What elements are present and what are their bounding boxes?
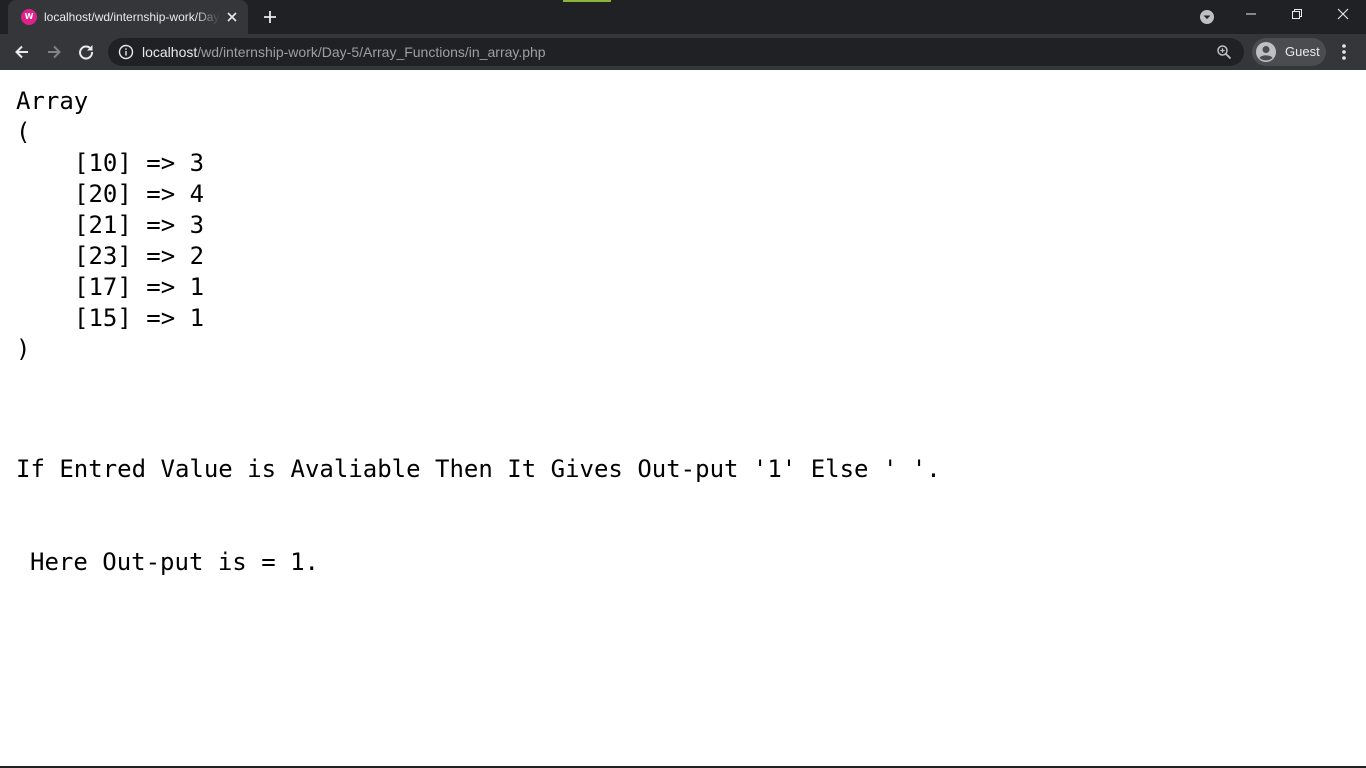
array-item: [10] => 3 <box>16 148 204 179</box>
reload-icon <box>79 45 94 60</box>
array-value: 1 <box>189 304 205 332</box>
zoom-icon[interactable] <box>1216 44 1232 60</box>
array-key: [21] <box>74 211 132 239</box>
close-window-button[interactable] <box>1320 0 1366 30</box>
page-content: Array([10] => 3 [20] => 4 [21] => 3 [23] =>… <box>0 70 1366 766</box>
array-key: [15] <box>74 304 132 332</box>
favicon-icon: W <box>21 9 37 25</box>
more-vertical-icon <box>1342 44 1346 60</box>
browser-toolbar: localhost/wd/internship-work/Day-5/Array… <box>0 34 1366 70</box>
reload-button[interactable] <box>74 40 98 64</box>
array-key: [20] <box>74 180 132 208</box>
address-bar[interactable]: localhost/wd/internship-work/Day-5/Array… <box>108 38 1244 66</box>
array-key: [17] <box>74 273 132 301</box>
array-value: 3 <box>189 149 205 177</box>
array-arrow: => <box>146 242 176 270</box>
array-arrow: => <box>146 180 176 208</box>
new-tab-button[interactable] <box>260 7 280 27</box>
info-icon[interactable] <box>118 44 134 60</box>
title-bar-accent <box>563 0 611 2</box>
minimize-icon <box>1246 13 1256 15</box>
array-output: Array([10] => 3 [20] => 4 [21] => 3 [23] =>… <box>16 86 204 365</box>
array-item: [17] => 1 <box>16 272 204 303</box>
back-arrow-icon <box>15 45 28 59</box>
url-path: /wd/internship-work/Day-5/Array_Function… <box>197 44 546 60</box>
browser-menu-button[interactable] <box>1334 40 1354 64</box>
array-value: 2 <box>189 242 205 270</box>
maximize-icon <box>1292 9 1302 19</box>
avatar-icon <box>1255 41 1277 63</box>
array-arrow: => <box>146 304 176 332</box>
tab-search-button[interactable] <box>1197 7 1217 27</box>
array-value: 4 <box>189 180 205 208</box>
array-item: [21] => 3 <box>16 210 204 241</box>
tab-search-icon <box>1200 10 1214 24</box>
array-arrow: => <box>146 273 176 301</box>
array-item: [15] => 1 <box>16 303 204 334</box>
tab-title: localhost/wd/internship-work/Day-5/Array… <box>44 10 220 24</box>
url-host: localhost <box>142 44 198 60</box>
array-item: [20] => 4 <box>16 179 204 210</box>
forward-arrow-icon <box>48 45 61 59</box>
browser-tab-active[interactable]: W localhost/wd/internship-work/Day-5/Arr… <box>8 0 248 34</box>
restore-button[interactable] <box>1274 0 1320 30</box>
result-message: If Entred Value is Avaliable Then It Giv… <box>16 392 941 640</box>
array-key: [10] <box>74 149 132 177</box>
close-icon[interactable] <box>224 9 240 25</box>
array-key: [23] <box>74 242 132 270</box>
browser-title-bar: W localhost/wd/internship-work/Day-5/Arr… <box>0 0 1366 34</box>
address-url[interactable]: localhost/wd/internship-work/Day-5/Array… <box>142 44 546 60</box>
array-arrow: => <box>146 211 176 239</box>
profile-button[interactable]: Guest <box>1252 38 1326 66</box>
array-value: 1 <box>189 273 205 301</box>
profile-label: Guest <box>1285 44 1320 59</box>
array-item: [23] => 2 <box>16 241 204 272</box>
forward-button[interactable] <box>42 40 66 64</box>
message-line-output: Here Out-put is = 1. <box>30 548 319 576</box>
array-arrow: => <box>146 149 176 177</box>
message-line-explanation: If Entred Value is Avaliable Then It Giv… <box>16 455 941 483</box>
array-open-paren: ( <box>16 118 31 146</box>
plus-icon <box>264 11 276 23</box>
close-window-icon <box>1337 8 1349 20</box>
array-header: Array <box>16 87 89 115</box>
array-close-paren: ) <box>16 335 31 363</box>
back-button[interactable] <box>10 40 34 64</box>
minimize-button[interactable] <box>1228 0 1274 30</box>
array-value: 3 <box>189 211 205 239</box>
